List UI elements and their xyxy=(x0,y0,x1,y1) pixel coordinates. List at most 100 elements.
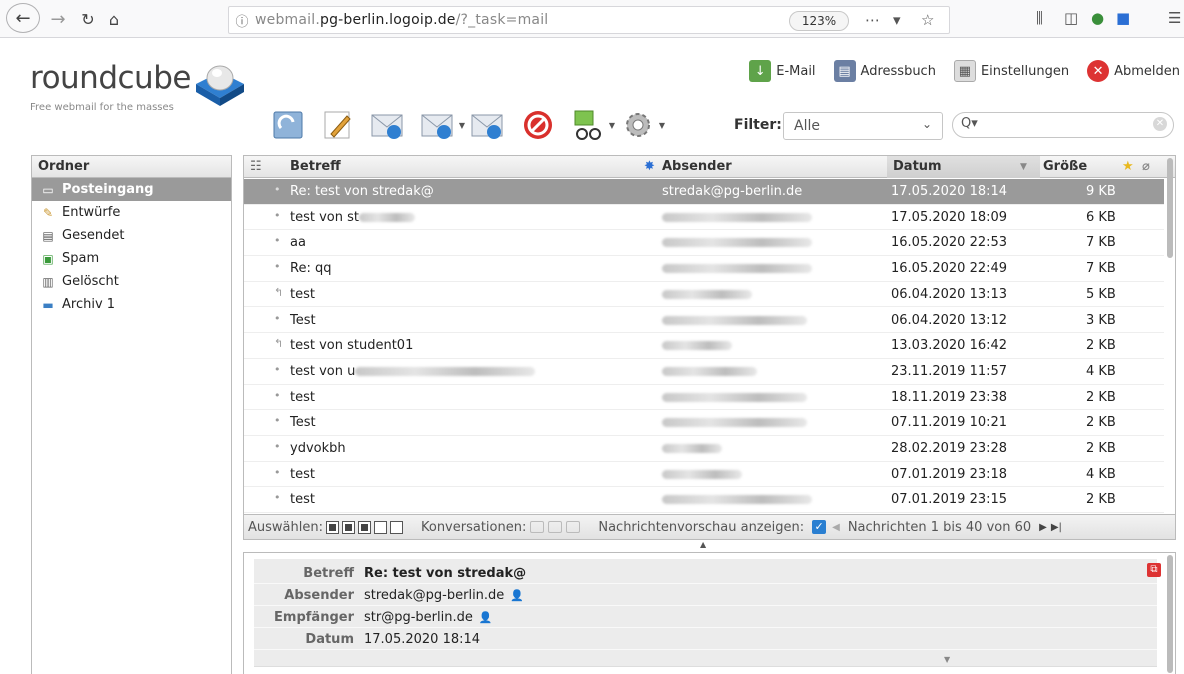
table-row[interactable]: • test 07.01.2019 23:15 2 KB xyxy=(244,487,1164,514)
row-size: 2 KB xyxy=(1086,338,1116,354)
logout-nav-button[interactable]: ✕ Abmelden xyxy=(1087,60,1180,82)
table-row[interactable]: • test 07.01.2019 23:18 4 KB xyxy=(244,462,1164,488)
folder-item-archive[interactable]: ▬ Archiv 1 xyxy=(32,293,231,316)
library-icon[interactable]: ⫼ xyxy=(1036,9,1043,27)
email-nav-button[interactable]: ↓ E-Mail xyxy=(749,60,816,82)
reply-all-button[interactable]: ▼ xyxy=(420,107,465,143)
thread-expand-icon[interactable] xyxy=(530,521,545,533)
back-button[interactable]: ← xyxy=(6,3,40,33)
folder-item-sent[interactable]: ▤ Gesendet xyxy=(32,224,231,247)
sidebar-icon[interactable]: ◫ xyxy=(1064,9,1078,27)
select-page-icon[interactable] xyxy=(341,520,355,534)
next-page-icon[interactable]: ▶ xyxy=(1039,522,1047,533)
folder-item-trash[interactable]: ▥ Gelöscht xyxy=(32,270,231,293)
row-size: 3 KB xyxy=(1086,312,1116,328)
chevron-down-icon[interactable]: ▼ xyxy=(609,121,615,130)
mark-icon xyxy=(574,110,601,140)
table-row[interactable]: • test von u 23.11.2019 11:57 4 KB xyxy=(244,359,1164,385)
select-none-icon[interactable] xyxy=(389,520,403,534)
table-row[interactable]: ↰ test von student01 13.03.2020 16:42 2 … xyxy=(244,333,1164,359)
to-value[interactable]: str@pg-berlin.de 👤 xyxy=(364,610,493,625)
attachment-icon[interactable]: ⌀ xyxy=(1142,159,1150,174)
menu-icon[interactable]: ☰ xyxy=(1168,9,1181,27)
select-invert-icon[interactable] xyxy=(373,520,387,534)
more-actions-icon[interactable]: ⋯ xyxy=(865,11,880,29)
flag-star-icon[interactable]: ★ xyxy=(1122,159,1134,174)
filter-select[interactable]: Alle ⌄ xyxy=(783,112,943,140)
refresh-button[interactable] xyxy=(270,107,306,143)
search-icon[interactable]: Q▾ xyxy=(961,116,978,131)
list-options-icon[interactable]: ☷ xyxy=(250,159,262,174)
url-bar[interactable]: ⓘ webmail.pg-berlin.logoip.de/?_task=mai… xyxy=(228,6,950,34)
zoom-level-badge[interactable]: 123% xyxy=(789,11,849,31)
folder-item-spam[interactable]: ▣ Spam xyxy=(32,247,231,270)
table-row[interactable]: • Re: test von stredak@ stredak@pg-berli… xyxy=(244,179,1164,205)
person-icon[interactable]: 👤 xyxy=(510,589,524,602)
chevron-down-icon[interactable]: ▼ xyxy=(659,121,665,130)
roundcube-logo[interactable]: roundcube Free webmail for the masses xyxy=(30,58,260,128)
chevron-down-icon[interactable]: ▼ xyxy=(459,121,465,130)
row-size: 7 KB xyxy=(1086,235,1116,251)
column-subject[interactable]: Betreff xyxy=(290,159,341,174)
settings-nav-button[interactable]: ▦ Einstellungen xyxy=(953,60,1069,82)
row-date: 18.11.2019 23:38 xyxy=(891,389,1008,405)
splitter-handle[interactable]: ▲ xyxy=(700,540,706,549)
from-value[interactable]: stredak@pg-berlin.de 👤 xyxy=(364,588,524,603)
to-address[interactable]: str@pg-berlin.de xyxy=(364,610,473,625)
delete-button[interactable] xyxy=(520,107,556,143)
table-row[interactable]: • Re: qq 16.05.2020 22:49 7 KB xyxy=(244,256,1164,282)
table-row[interactable]: • test 18.11.2019 23:38 2 KB xyxy=(244,385,1164,411)
table-row[interactable]: • aa 16.05.2020 22:53 7 KB xyxy=(244,230,1164,257)
redacted-sender xyxy=(662,366,757,376)
folder-item-drafts[interactable]: ✎ Entwürfe xyxy=(32,201,231,224)
table-row[interactable]: • Test 07.11.2019 10:21 2 KB xyxy=(244,410,1164,436)
thread-collapse-icon[interactable] xyxy=(566,521,581,533)
row-date: 17.05.2020 18:14 xyxy=(891,184,1008,199)
replied-icon: ↰ xyxy=(274,337,284,351)
addressbook-nav-button[interactable]: ▤ Adressbuch xyxy=(833,60,936,82)
prev-page-icon[interactable]: ◀ xyxy=(832,522,840,533)
from-address[interactable]: stredak@pg-berlin.de xyxy=(364,588,504,603)
header-row-date: Datum 17.05.2020 18:14 xyxy=(254,629,1157,650)
compose-button[interactable] xyxy=(320,107,356,143)
row-size: 2 KB xyxy=(1086,441,1116,456)
person-icon[interactable]: 👤 xyxy=(479,611,493,624)
more-actions-button[interactable]: ▼ xyxy=(620,107,665,143)
addressbook-nav-label: Adressbuch xyxy=(860,63,936,79)
folder-item-inbox[interactable]: ▭ Posteingang xyxy=(32,178,231,201)
extension-icon[interactable]: ● xyxy=(1091,9,1104,27)
select-all-icon[interactable] xyxy=(325,520,339,534)
reply-button[interactable] xyxy=(370,107,406,143)
column-size[interactable]: Größe xyxy=(1043,159,1087,174)
folder-label: Gelöscht xyxy=(62,274,119,289)
forward-button[interactable]: → xyxy=(46,7,70,31)
table-row[interactable]: • test von st 17.05.2020 18:09 6 KB xyxy=(244,205,1164,231)
select-unread-icon[interactable] xyxy=(357,520,371,534)
open-in-new-window-icon[interactable]: ⧉ xyxy=(1147,563,1161,577)
search-input[interactable]: Q▾ ✕ xyxy=(952,112,1174,138)
headers-toggle-icon[interactable]: ▼ xyxy=(944,655,950,664)
status-dot-icon: • xyxy=(274,183,281,196)
thread-expand-unread-icon[interactable] xyxy=(548,521,563,533)
list-scrollbar[interactable] xyxy=(1167,158,1173,258)
last-page-icon[interactable]: ▶| xyxy=(1051,522,1062,533)
preview-scrollbar[interactable] xyxy=(1167,555,1173,673)
row-subject: test von st xyxy=(290,209,359,225)
table-row[interactable]: • Test 06.04.2020 13:12 3 KB xyxy=(244,308,1164,334)
forward-mail-button[interactable] xyxy=(470,107,506,143)
mark-button[interactable]: ▼ xyxy=(570,107,615,143)
home-button[interactable]: ⌂ xyxy=(102,7,126,31)
thread-icon[interactable]: ✸ xyxy=(644,159,655,174)
preview-checkbox[interactable]: ✓ xyxy=(812,520,827,534)
table-row[interactable]: • ydvokbh 28.02.2019 23:28 2 KB xyxy=(244,436,1164,462)
info-icon[interactable]: ⓘ xyxy=(229,11,255,30)
column-sender[interactable]: Absender xyxy=(662,159,732,174)
reload-button[interactable]: ↻ xyxy=(76,7,100,31)
column-date[interactable]: Datum xyxy=(893,159,942,174)
table-row[interactable]: ↰ test 06.04.2020 13:13 5 KB xyxy=(244,282,1164,308)
pocket-icon[interactable]: ▾ xyxy=(893,11,901,29)
clear-search-icon[interactable]: ✕ xyxy=(1153,117,1167,131)
message-list-header: ☷ Betreff ✸ Absender Datum ▼ Größe ★ ⌀ xyxy=(244,156,1175,178)
extension-zoom-icon[interactable]: ■ xyxy=(1116,9,1130,27)
bookmark-star-icon[interactable]: ☆ xyxy=(921,11,934,29)
